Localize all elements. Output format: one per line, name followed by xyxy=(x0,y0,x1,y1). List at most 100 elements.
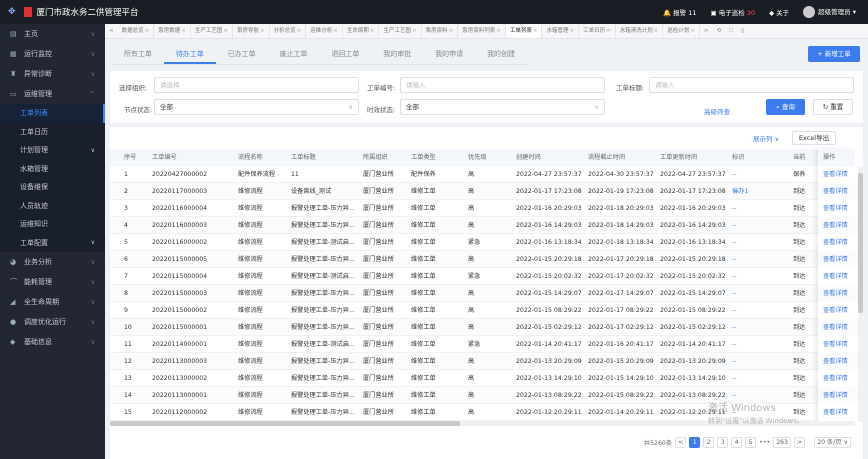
new-work-order-button[interactable]: + 新增工单 xyxy=(808,46,860,62)
sidebar-subitem[interactable]: 工单配置 ∨ xyxy=(0,234,105,253)
view-details-link[interactable]: 查看详情 xyxy=(818,166,858,183)
page-tab[interactable]: 数据总览× xyxy=(118,24,155,38)
view-details-link[interactable]: 查看详情 xyxy=(818,234,858,251)
scroll-thumb[interactable] xyxy=(110,421,460,426)
page-tab[interactable]: 生产工艺图× xyxy=(191,24,233,38)
sidebar-item-energy[interactable]: ⌒ 能耗管理 ∨ xyxy=(0,272,105,292)
close-icon[interactable]: × xyxy=(690,28,695,34)
sidebar-item-diagnosis[interactable]: ♜ 异常诊断 ∨ xyxy=(0,64,105,84)
tab-work-order[interactable]: 我的创建 xyxy=(475,45,527,64)
page-tab[interactable]: 泵房资料列表× xyxy=(458,24,506,38)
sidebar-subitem[interactable]: 水箱管理 xyxy=(0,160,105,179)
close-icon[interactable]: × xyxy=(370,28,375,34)
sidebar-subitem[interactable]: 工单列表 xyxy=(0,104,105,123)
close-icon[interactable]: × xyxy=(533,28,538,34)
page-tab[interactable]: 巡检计划× xyxy=(663,24,700,38)
view-details-link[interactable]: 查看详情 xyxy=(818,217,858,234)
scroll-thumb[interactable] xyxy=(858,173,863,313)
table-cell[interactable]: 催办1 xyxy=(732,183,748,200)
view-details-link[interactable]: 查看详情 xyxy=(818,268,858,285)
page-tab[interactable]: 工单日历× xyxy=(579,24,616,38)
tab-work-order[interactable]: 我的审批 xyxy=(371,45,423,64)
tabs-scroll-left[interactable]: < xyxy=(105,28,118,34)
tab-work-order[interactable]: 我的申请 xyxy=(423,45,475,64)
query-button[interactable]: ⌕ 查询 xyxy=(766,99,805,115)
sidebar-item-info[interactable]: ◆ 基础信息 ∨ xyxy=(0,332,105,352)
view-details-link[interactable]: 查看详情 xyxy=(818,251,858,268)
sidebar-item-monitor[interactable]: ▦ 运行监控 ∨ xyxy=(0,44,105,64)
close-icon[interactable]: × xyxy=(606,28,611,34)
view-details-link[interactable]: 查看详情 xyxy=(818,404,858,421)
page-ellipsis[interactable]: ••• xyxy=(759,439,770,446)
menu-icon[interactable]: ✥ xyxy=(8,7,16,17)
view-details-link[interactable]: 查看详情 xyxy=(818,183,858,200)
page-button[interactable]: 1 xyxy=(689,436,701,448)
bookmark-icon[interactable]: ▯ xyxy=(737,28,748,34)
about-button[interactable]: ◆ 关于 xyxy=(769,7,789,17)
work-order-title-input[interactable]: 请输入 xyxy=(649,77,854,93)
sidebar-item-home[interactable]: ▤ 主页 ∨ xyxy=(0,24,105,44)
close-icon[interactable]: × xyxy=(449,28,454,34)
view-details-link[interactable]: 查看详情 xyxy=(818,285,858,302)
page-tab[interactable]: 水箱清洗计划× xyxy=(616,24,664,38)
advanced-filter-link[interactable]: 高级筛查 xyxy=(704,106,730,116)
view-details-link[interactable]: 查看详情 xyxy=(818,200,858,217)
tab-work-order[interactable]: 退回工单 xyxy=(320,45,372,64)
sidebar-subitem[interactable]: 计划管理 ∨ xyxy=(0,141,105,160)
tabs-scroll-right[interactable]: > xyxy=(700,28,713,34)
vertical-scrollbar[interactable] xyxy=(858,167,863,422)
sidebar-subitem[interactable]: 工单日历 xyxy=(0,123,105,142)
page-button[interactable]: 2 xyxy=(703,436,715,448)
close-icon[interactable]: × xyxy=(496,28,501,34)
org-select[interactable]: 请选择 xyxy=(154,77,359,93)
excel-export-button[interactable]: Excel导出 xyxy=(792,131,836,145)
tab-work-order[interactable]: 已办工单 xyxy=(216,45,268,64)
alarm-button[interactable]: 🔔 报警 11 xyxy=(663,7,697,17)
user-menu[interactable]: 超级管理员 ▾ xyxy=(803,6,856,18)
tab-work-order[interactable]: 所有工单 xyxy=(112,45,164,64)
page-tab[interactable]: 泵房资料× xyxy=(422,24,459,38)
sidebar-subitem[interactable]: 运维知识 xyxy=(0,215,105,234)
close-icon[interactable]: × xyxy=(260,28,265,34)
close-icon[interactable]: × xyxy=(333,28,338,34)
sidebar-item-maintenance[interactable]: ▭ 运维管理 ^ xyxy=(0,84,105,104)
page-size-select[interactable]: 20 条/页 ∨ xyxy=(814,436,851,448)
view-details-link[interactable]: 查看详情 xyxy=(818,387,858,404)
page-tab[interactable]: 水箱管理× xyxy=(542,24,580,38)
page-tab[interactable]: 生产工艺图× xyxy=(379,24,422,38)
sidebar-item-lifecycle[interactable]: ◢ 全生命周期 ∨ xyxy=(0,292,105,312)
reset-button[interactable]: ↻ 重置 xyxy=(813,99,853,115)
page-tab[interactable]: 运维分析× xyxy=(306,24,343,38)
page-tab[interactable]: 工单列表× xyxy=(505,24,543,38)
close-icon[interactable]: × xyxy=(223,28,228,34)
prev-page-button[interactable]: < xyxy=(675,436,687,448)
page-button[interactable]: 5 xyxy=(745,436,757,448)
sidebar-item-analysis[interactable]: ◕ 业务分析 ∨ xyxy=(0,252,105,272)
close-icon[interactable]: × xyxy=(145,28,150,34)
close-icon[interactable]: × xyxy=(297,28,302,34)
time-status-select[interactable]: 全部 ∨ xyxy=(400,99,605,115)
view-details-link[interactable]: 查看详情 xyxy=(818,370,858,387)
sidebar-subitem[interactable]: 设备维保 xyxy=(0,178,105,197)
next-page-button[interactable]: > xyxy=(794,436,806,448)
page-tab[interactable]: 泵房导航× xyxy=(233,24,270,38)
view-details-link[interactable]: 查看详情 xyxy=(818,353,858,370)
page-button[interactable]: 4 xyxy=(731,436,743,448)
page-button[interactable]: 3 xyxy=(717,436,729,448)
work-order-no-input[interactable]: 请输入 xyxy=(400,77,605,93)
tab-work-order[interactable]: 废止工单 xyxy=(268,45,320,64)
inspection-button[interactable]: ▣ 电子巡检 30 xyxy=(710,7,755,17)
sidebar-item-dispatch[interactable]: ● 调度优化运行 ∨ xyxy=(0,312,105,332)
close-icon[interactable]: × xyxy=(412,28,417,34)
view-details-link[interactable]: 查看详情 xyxy=(818,302,858,319)
close-icon[interactable]: × xyxy=(570,28,575,34)
view-details-link[interactable]: 查看详情 xyxy=(818,336,858,353)
page-tab[interactable]: 生命周期× xyxy=(343,24,380,38)
close-icon[interactable]: × xyxy=(654,28,659,34)
page-tab[interactable]: 分析总览× xyxy=(270,24,307,38)
view-details-link[interactable]: 查看详情 xyxy=(818,319,858,336)
sidebar-subitem[interactable]: 人员轨迹 xyxy=(0,197,105,216)
close-icon[interactable]: × xyxy=(181,28,186,34)
show-columns-dropdown[interactable]: 展示列 ∨ xyxy=(753,133,779,143)
page-button[interactable]: 263 xyxy=(773,436,791,448)
